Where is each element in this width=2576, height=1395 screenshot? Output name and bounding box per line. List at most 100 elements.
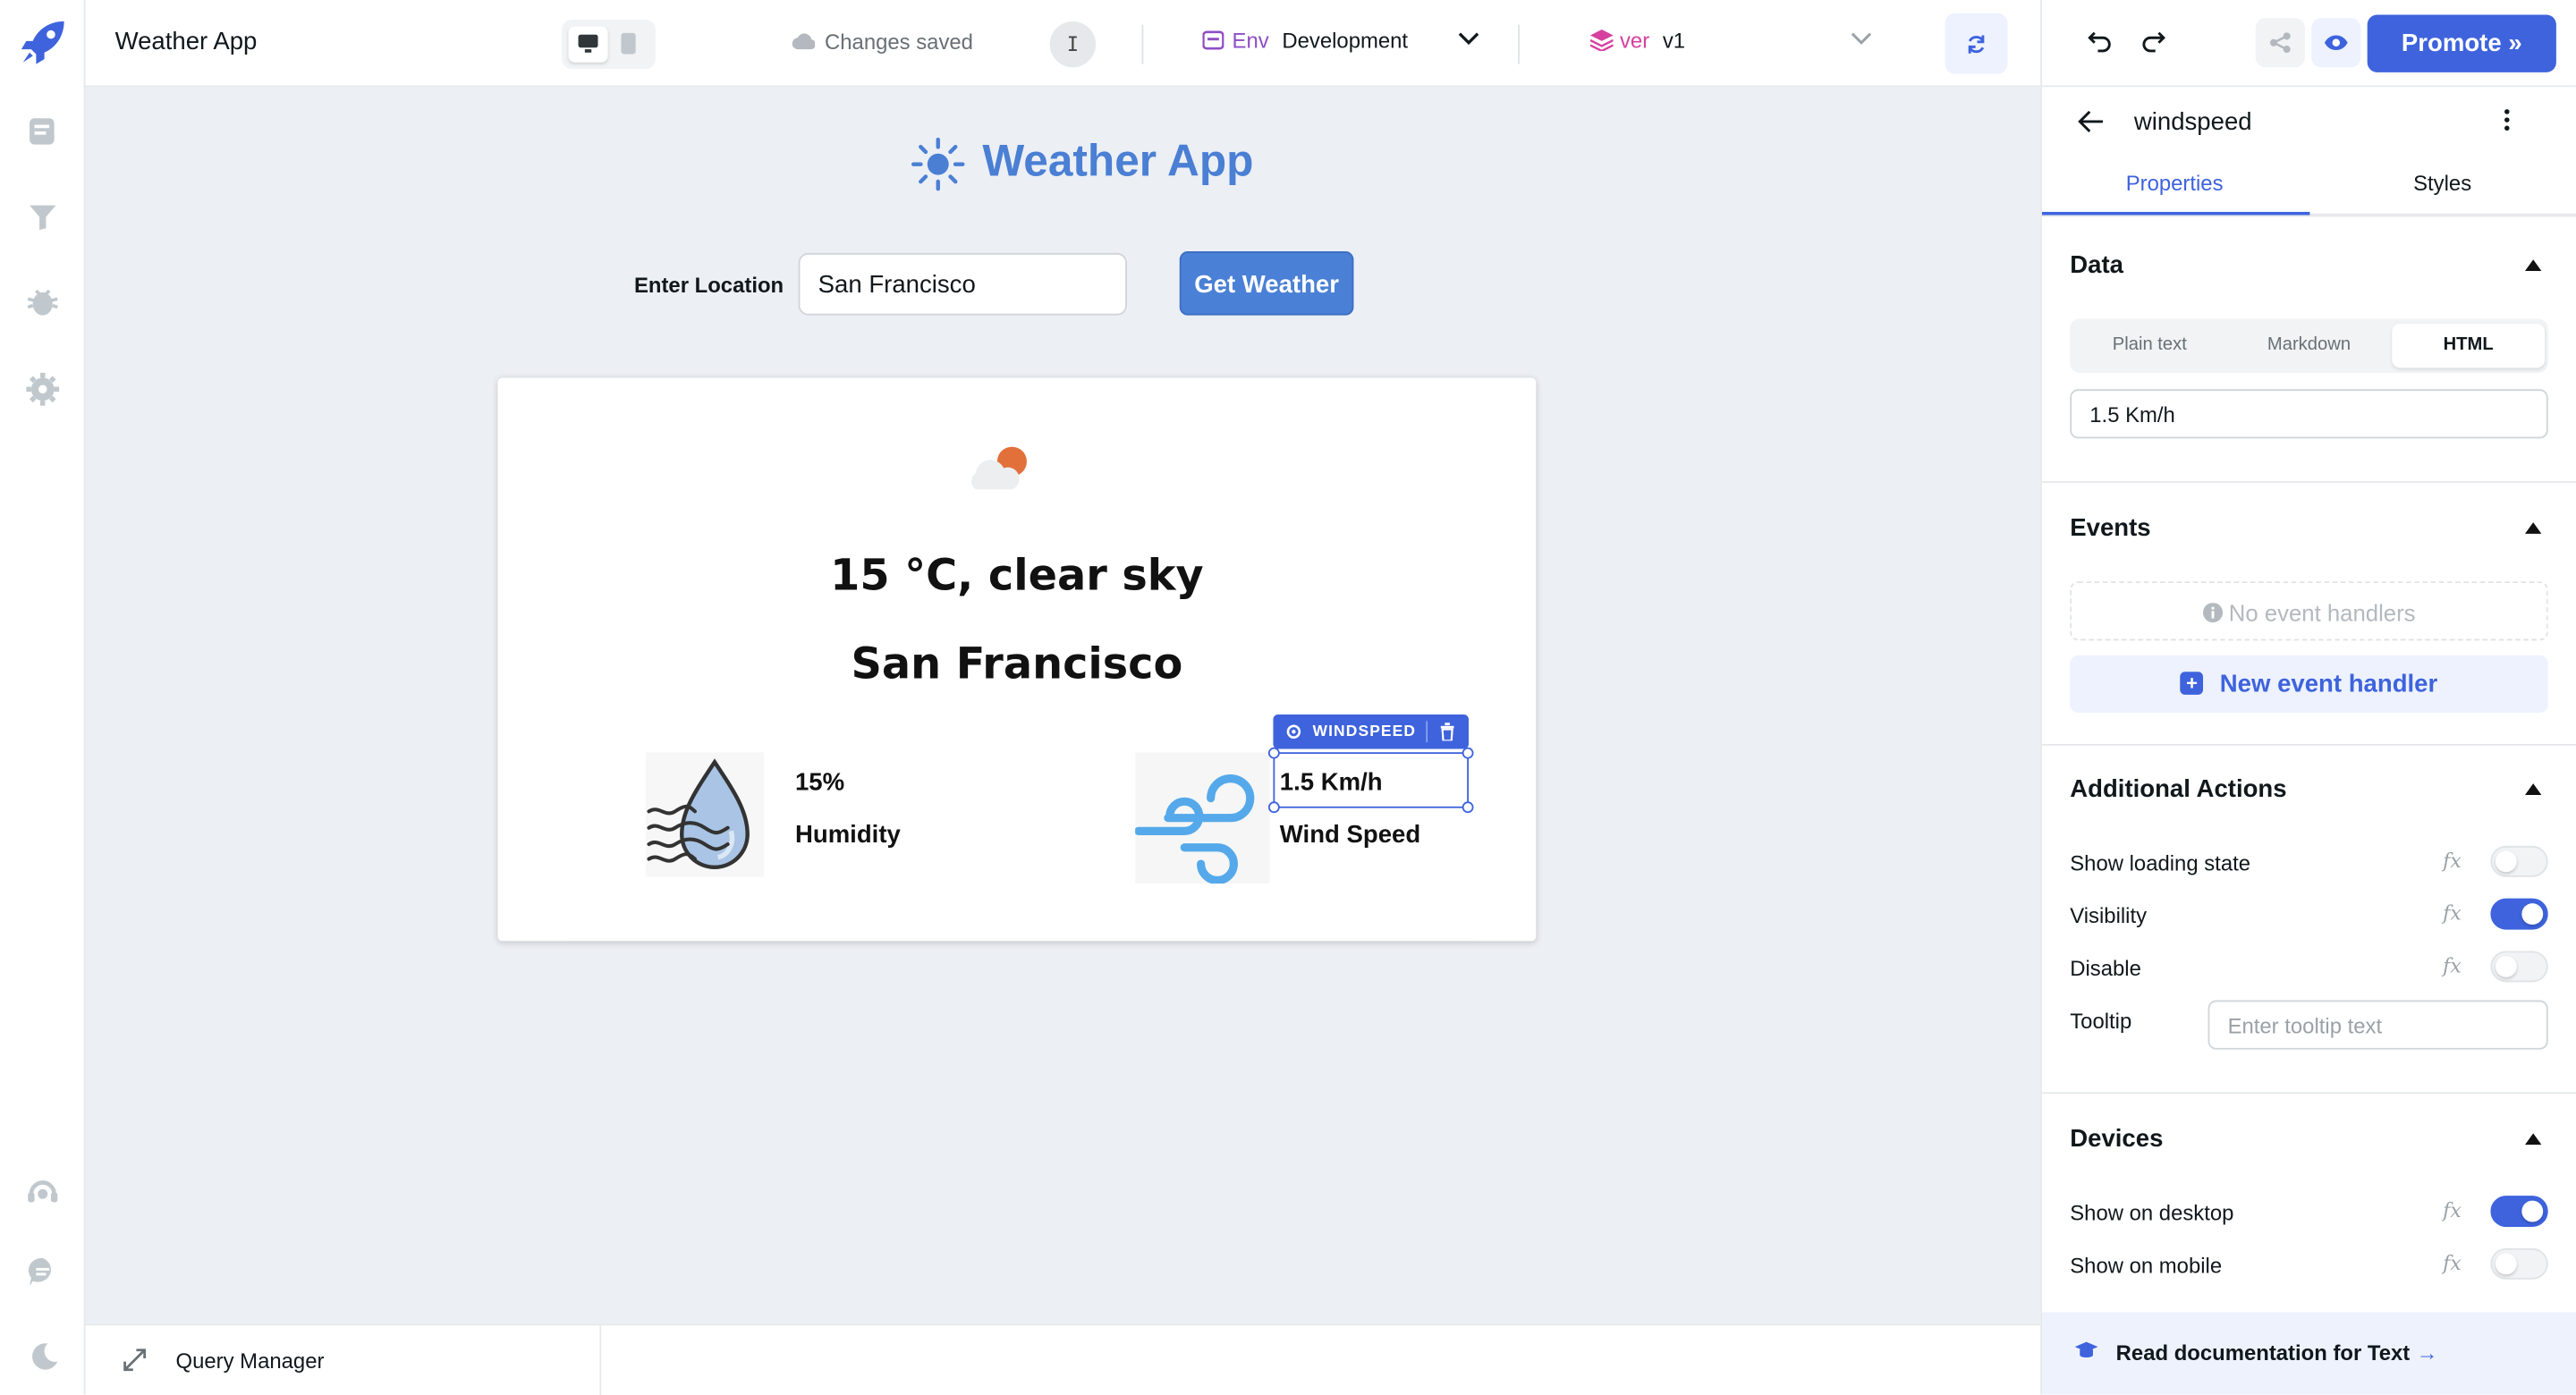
section-data-title[interactable]: Data (2070, 251, 2123, 279)
mobile-icon[interactable] (621, 32, 636, 55)
support-icon[interactable] (25, 1174, 61, 1210)
fx-toggle[interactable]: fx (2443, 1199, 2462, 1222)
version-selector[interactable]: ver v1 (1589, 28, 1686, 53)
action-label-loading: Show loading state (2070, 850, 2251, 875)
redo-icon[interactable] (2140, 30, 2165, 53)
chat-icon[interactable] (25, 1253, 61, 1289)
docs-link[interactable]: Read documentation for Text → (2042, 1312, 2576, 1395)
new-event-handler-button[interactable]: + New event handler (2070, 655, 2548, 714)
toggle-show-desktop[interactable] (2490, 1196, 2548, 1228)
back-arrow-icon[interactable] (2078, 110, 2104, 133)
ver-value: v1 (1662, 28, 1686, 53)
selected-tag-text: WINDSPEED (1312, 723, 1417, 741)
query-manager-bar[interactable]: Query Manager (85, 1323, 2041, 1395)
save-status-text: Changes saved (825, 30, 973, 55)
fx-toggle[interactable]: fx (2443, 850, 2462, 873)
humidity-label: Humidity (794, 821, 901, 850)
text-value-input[interactable]: 1.5 Km/h (2070, 389, 2548, 439)
queries-icon[interactable] (25, 199, 61, 234)
preview-button[interactable] (2311, 18, 2361, 68)
chevron-down-icon[interactable] (1457, 31, 1480, 46)
cloud-sun-icon (971, 446, 1027, 490)
get-weather-button[interactable]: Get Weather (1179, 251, 1354, 316)
device-label-mobile: Show on mobile (2070, 1253, 2223, 1278)
avatar[interactable]: I (1049, 21, 1097, 68)
device-toggle[interactable] (562, 20, 656, 70)
humidity-value: 15% (794, 768, 845, 797)
section-actions-title[interactable]: Additional Actions (2070, 775, 2286, 803)
section-events-title[interactable]: Events (2070, 514, 2150, 542)
promote-button[interactable]: Promote » (2367, 14, 2556, 72)
app-canvas: Weather App Enter Location San Francisco… (85, 87, 2041, 1324)
layers-icon (1589, 30, 1614, 51)
query-manager-label: Query Manager (175, 1348, 325, 1374)
component-name[interactable]: windspeed (2134, 108, 2252, 136)
ver-tag: ver (1619, 28, 1650, 53)
collapse-caret-icon[interactable] (2525, 259, 2542, 272)
collapse-caret-icon[interactable] (2525, 522, 2542, 534)
gear-icon[interactable] (1284, 723, 1302, 740)
fx-toggle[interactable]: fx (2443, 1252, 2462, 1275)
undo-icon[interactable] (2088, 30, 2113, 53)
toggle-show-mobile[interactable] (2490, 1247, 2548, 1280)
tag-divider (1426, 721, 1428, 743)
collapse-caret-icon[interactable] (2525, 1133, 2542, 1146)
inspector-tabs: Properties Styles (2042, 153, 2576, 216)
app-title-text: Weather App (982, 136, 1254, 186)
tab-styles[interactable]: Styles (2413, 171, 2471, 196)
toggle-visibility[interactable] (2490, 898, 2548, 930)
more-vert-icon[interactable] (2502, 106, 2512, 132)
expand-icon[interactable] (122, 1347, 148, 1373)
right-toolbar: Promote » (2040, 0, 2576, 88)
location-input[interactable]: San Francisco (798, 252, 1127, 316)
trash-icon[interactable] (1439, 723, 1455, 741)
windspeed-label: Wind Speed (1279, 821, 1421, 850)
app-name[interactable]: Weather App (115, 28, 258, 55)
rocket-logo-icon[interactable] (16, 16, 69, 69)
format-plain-text[interactable]: Plain text (2070, 318, 2229, 373)
selected-component-tag[interactable]: WINDSPEED (1273, 714, 1470, 749)
inspector-panel: windspeed Properties Styles Data Plain t… (2040, 87, 2576, 1395)
chevron-down-icon[interactable] (1850, 31, 1873, 46)
fx-toggle[interactable]: fx (2443, 954, 2462, 977)
no-event-handlers: No event handlers (2070, 581, 2548, 641)
info-icon (2202, 603, 2223, 623)
share-button[interactable] (2255, 18, 2305, 68)
cloud-check-icon (792, 33, 816, 50)
tooltip-label: Tooltip (2070, 1008, 2132, 1034)
toggle-loading-state[interactable] (2490, 845, 2548, 877)
sync-button[interactable] (1945, 13, 2008, 74)
share-icon (2269, 32, 2291, 54)
environment-selector[interactable]: Env Development (1202, 28, 1408, 53)
pages-icon[interactable] (25, 114, 61, 149)
collapse-caret-icon[interactable] (2525, 783, 2542, 795)
tab-properties[interactable]: Properties (2126, 171, 2224, 196)
plus-icon: + (2180, 672, 2204, 695)
tooltip-input[interactable]: Enter tooltip text (2207, 1000, 2548, 1050)
fx-toggle[interactable]: fx (2443, 901, 2462, 925)
toggle-disable[interactable] (2490, 951, 2548, 983)
desktop-icon[interactable] (578, 34, 598, 55)
eye-icon (2324, 35, 2348, 51)
sun-icon (911, 137, 965, 191)
section-devices-title[interactable]: Devices (2070, 1125, 2163, 1153)
selection-outline (1267, 747, 1474, 814)
arrow-right-icon: → (2416, 1340, 2438, 1365)
debugger-icon[interactable] (25, 284, 61, 320)
settings-icon[interactable] (25, 371, 61, 407)
no-events-text: No event handlers (2228, 599, 2416, 626)
docs-icon (2074, 1341, 2098, 1358)
wind-icon (1135, 752, 1270, 884)
action-label-disable: Disable (2070, 955, 2141, 981)
env-tag: Env (1232, 28, 1269, 53)
format-html[interactable]: HTML (2392, 323, 2546, 368)
save-status: Changes saved (792, 30, 973, 55)
sync-icon (1968, 35, 1985, 54)
city-text: San Francisco (851, 640, 1183, 690)
app-title: Weather App (911, 136, 1254, 191)
docs-link-text: Read documentation for Text (2115, 1340, 2411, 1365)
env-value: Development (1282, 28, 1409, 53)
device-label-desktop: Show on desktop (2070, 1200, 2234, 1226)
format-markdown[interactable]: Markdown (2229, 318, 2388, 373)
theme-icon[interactable] (25, 1339, 61, 1374)
